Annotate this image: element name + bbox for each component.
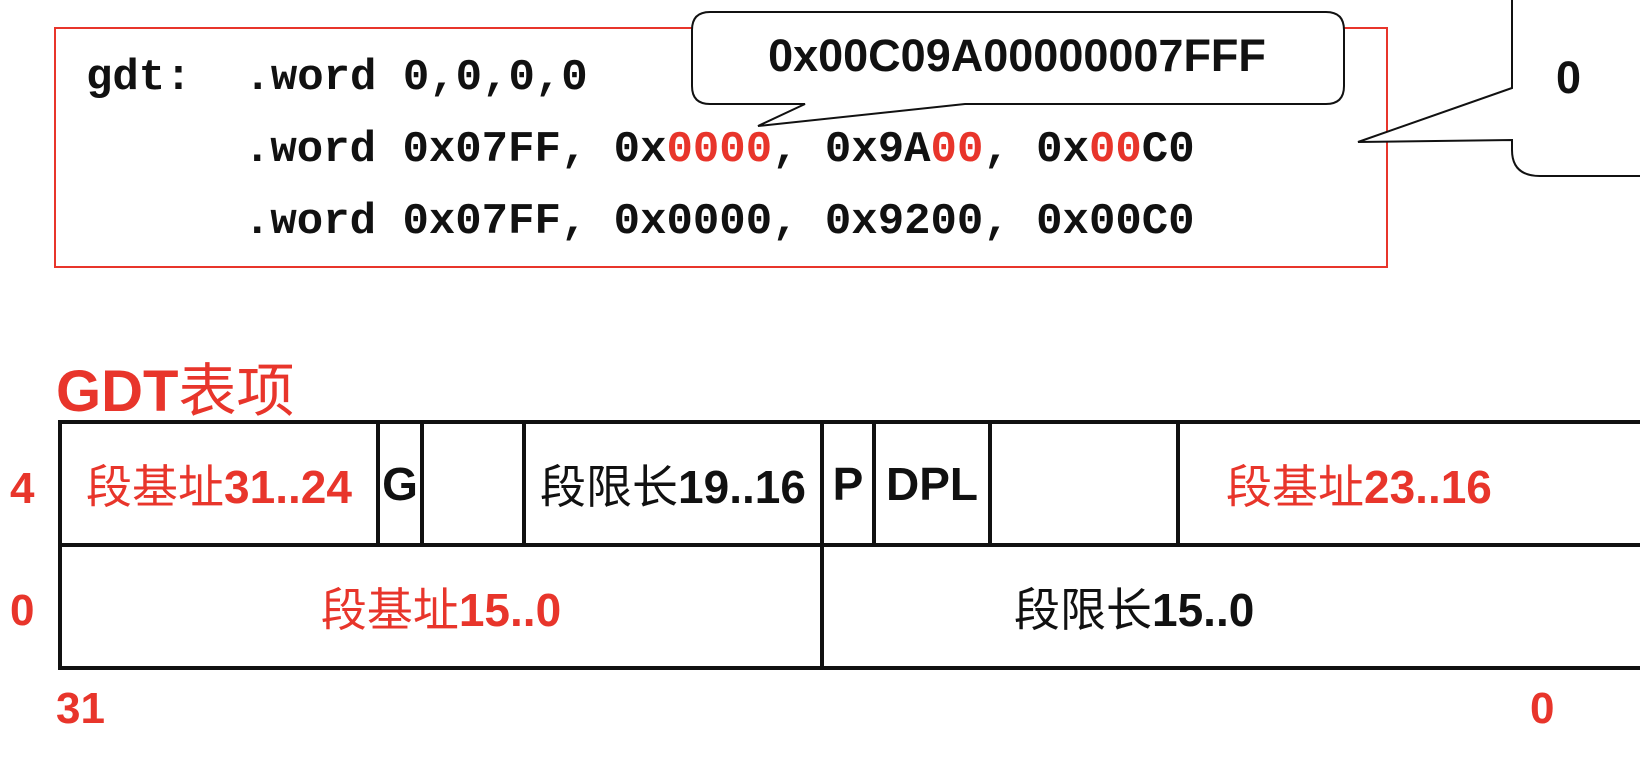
row-label-bottom: 0 [10, 586, 35, 635]
bit-label-right: 0 [1530, 684, 1555, 733]
table-row-lower: 段基址15..0 段限长15..0 [58, 543, 1640, 670]
cell-base-15-0: 段基址15..0 [58, 543, 824, 670]
section-title: GDT表项 [56, 344, 294, 428]
cell-blank-2 [988, 420, 1180, 547]
cell-g-flag: G [376, 420, 424, 547]
bit-label-left: 31 [56, 684, 105, 733]
cell-dpl: DPL [872, 420, 992, 547]
cell-base-23-16: 段基址23..16 [1176, 420, 1640, 547]
callout-partial-text: 0 [1556, 52, 1582, 103]
gdt-descriptor-table: 段基址31..24 G 段限长19..16 P DPL 段基址23..16 段基… [58, 420, 1640, 670]
table-row-upper: 段基址31..24 G 段限长19..16 P DPL 段基址23..16 [58, 420, 1640, 547]
row-label-top: 4 [10, 464, 35, 513]
callout-descriptor-value: 0x00C09A00000007FFF [768, 30, 1266, 81]
cell-base-31-24: 段基址31..24 [58, 420, 380, 547]
cell-limit-15-0: 段限长15..0 [820, 543, 1640, 670]
cell-blank-1 [420, 420, 526, 547]
title-latin: GDT [56, 359, 179, 424]
cell-limit-19-16: 段限长19..16 [522, 420, 824, 547]
callout-bubble-partial [1357, 0, 1640, 177]
cell-p-flag: P [820, 420, 876, 547]
title-cjk: 表项 [178, 359, 295, 424]
